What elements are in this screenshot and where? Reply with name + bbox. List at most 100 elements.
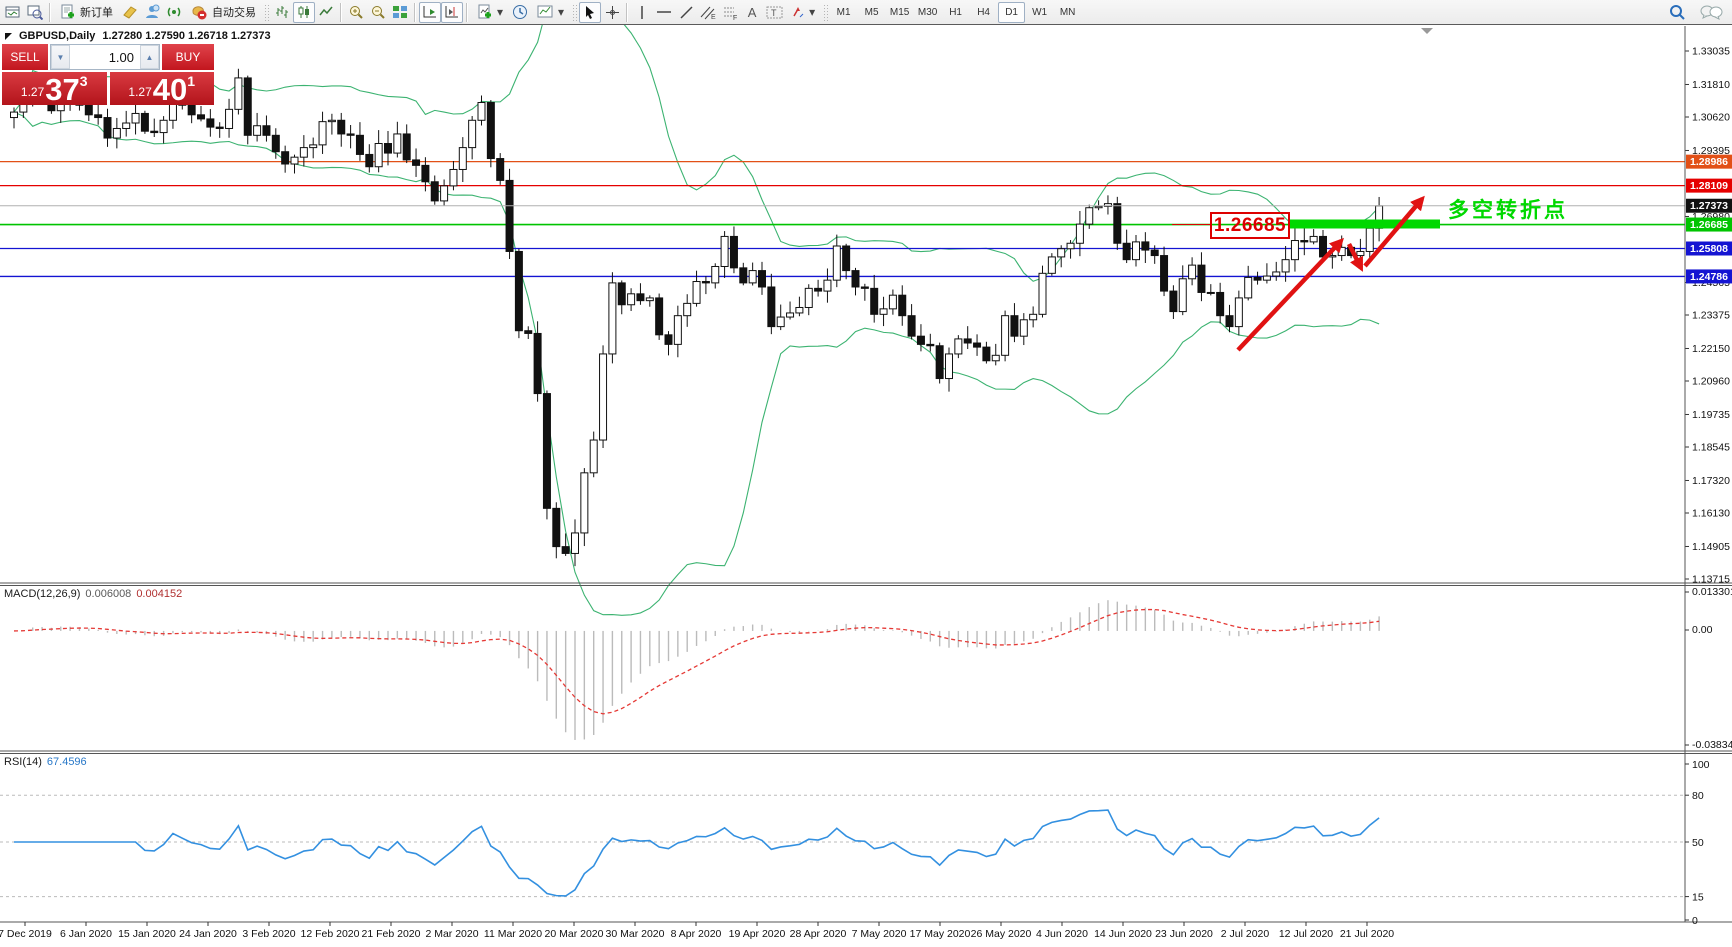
rsi-label-row: RSI(14)67.4596: [4, 756, 87, 768]
svg-text:4 Jun 2020: 4 Jun 2020: [1036, 928, 1088, 940]
tile-windows-button[interactable]: [389, 2, 411, 23]
search-button[interactable]: [1666, 2, 1688, 23]
chart-ohlc-values: 1.27280 1.27590 1.26718 1.27373: [102, 30, 270, 42]
svg-text:1.16130: 1.16130: [1692, 508, 1730, 520]
candlestick-chart-button[interactable]: [293, 2, 315, 23]
chart-shift-marker: [1421, 28, 1433, 34]
toolbar-separator: [414, 3, 416, 22]
one-click-trading-panel: SELL ▼ 1.00 ▲ BUY 1.27 37 3 1.27 40 1: [2, 44, 214, 105]
profiles-button[interactable]: [24, 2, 46, 23]
pivot-zone-bar: [1288, 220, 1440, 229]
svg-text:12 Jul 2020: 12 Jul 2020: [1279, 928, 1333, 940]
svg-text:1.14905: 1.14905: [1692, 541, 1730, 553]
svg-text:7 May 2020: 7 May 2020: [852, 928, 907, 940]
chart-canvas[interactable]: 1.330351.318101.306201.293951.269801.245…: [0, 0, 1732, 947]
svg-text:19 Apr 2020: 19 Apr 2020: [729, 928, 786, 940]
new-order-label: 新订单: [80, 4, 113, 20]
timeframe-button-MN[interactable]: MN: [1054, 2, 1081, 23]
toolbar-separator: [49, 3, 51, 22]
svg-text:1.25808: 1.25808: [1690, 243, 1728, 255]
svg-text:3 Feb 2020: 3 Feb 2020: [242, 928, 295, 940]
timeframe-button-H4[interactable]: H4: [970, 2, 997, 23]
timeframe-button-W1[interactable]: W1: [1026, 2, 1053, 23]
templates-button[interactable]: ▾: [531, 2, 570, 23]
trend-arrow: [1238, 241, 1341, 350]
macd-label: MACD(12,26,9): [4, 588, 80, 600]
volume-field[interactable]: ▼ 1.00 ▲: [50, 44, 160, 70]
svg-text:1.30620: 1.30620: [1692, 112, 1730, 124]
zoom-in-button[interactable]: [345, 2, 367, 23]
svg-text:11 Mar 2020: 11 Mar 2020: [484, 928, 542, 940]
rsi-value: 67.4596: [47, 756, 87, 768]
buy-button[interactable]: BUY: [162, 44, 214, 70]
line-chart-button[interactable]: [315, 2, 337, 23]
auto-scroll-button[interactable]: [419, 2, 441, 23]
signals-button[interactable]: [163, 2, 185, 23]
sell-price-prefix: 1.27: [21, 85, 44, 99]
volume-value[interactable]: 1.00: [70, 45, 140, 69]
svg-text:1.22150: 1.22150: [1692, 343, 1730, 355]
horizontal-line-tool-button[interactable]: [653, 2, 675, 23]
svg-text:28 Apr 2020: 28 Apr 2020: [790, 928, 847, 940]
equidistant-channel-tool-button[interactable]: E: [697, 2, 719, 23]
label-tool-button[interactable]: T: [763, 2, 785, 23]
svg-text:1.18545: 1.18545: [1692, 442, 1730, 454]
vertical-line-tool-button[interactable]: [631, 2, 653, 23]
svg-text:26 May 2020: 26 May 2020: [971, 928, 1032, 940]
auto-trading-icon: [191, 4, 208, 20]
buy-price-prefix: 1.27: [128, 85, 151, 99]
pivot-price-annotation[interactable]: 1.26685: [1210, 212, 1290, 239]
timeframe-button-M5[interactable]: M5: [858, 2, 885, 23]
svg-text:1.13715: 1.13715: [1692, 574, 1730, 586]
candles: [11, 69, 1383, 566]
chart-title-row: GBPUSD,Daily 1.27280 1.27590 1.26718 1.2…: [5, 30, 271, 42]
rsi-panel: 1008050150: [0, 759, 1710, 927]
cursor-tool-button[interactable]: [579, 2, 601, 23]
svg-text:T: T: [771, 8, 777, 18]
svg-text:2 Jul 2020: 2 Jul 2020: [1221, 928, 1270, 940]
price-tags: 1.289861.281091.273731.266851.258081.247…: [1686, 155, 1732, 284]
periods-button[interactable]: [509, 2, 531, 23]
auto-trading-button[interactable]: 自动交易: [185, 2, 262, 23]
turning-point-label: 多空转折点: [1448, 194, 1568, 224]
metaeditor-button[interactable]: [119, 2, 141, 23]
volume-down-button[interactable]: ▼: [51, 45, 70, 69]
timeframe-button-M15[interactable]: M15: [886, 2, 913, 23]
trendline-tool-button[interactable]: [675, 2, 697, 23]
new-order-button[interactable]: 新订单: [54, 2, 119, 23]
timeframe-button-H1[interactable]: H1: [942, 2, 969, 23]
crosshair-tool-button[interactable]: [601, 2, 623, 23]
timeframe-button-M30[interactable]: M30: [914, 2, 941, 23]
indicators-button[interactable]: ▾: [471, 2, 509, 23]
market-button[interactable]: [141, 2, 163, 23]
svg-text:0.00: 0.00: [1692, 624, 1713, 636]
sell-price-button[interactable]: 1.27 37 3: [2, 72, 107, 105]
sell-button[interactable]: SELL: [2, 44, 48, 70]
fibonacci-tool-button[interactable]: F: [719, 2, 741, 23]
dropdown-caret-icon: ▾: [809, 6, 815, 18]
mt4-window: 新订单 自动交易 ▾ ▾ E F A T ▾: [0, 0, 1732, 947]
volume-up-button[interactable]: ▲: [140, 45, 159, 69]
svg-text:21 Jul 2020: 21 Jul 2020: [1340, 928, 1394, 940]
timeframe-button-D1[interactable]: D1: [998, 2, 1025, 23]
timeframe-button-M1[interactable]: M1: [830, 2, 857, 23]
macd-main-value: 0.006008: [85, 588, 131, 600]
svg-text:1.19735: 1.19735: [1692, 409, 1730, 421]
chart-window-button[interactable]: [2, 2, 24, 23]
arrows-tool-button[interactable]: ▾: [785, 2, 821, 23]
sell-price-point: 3: [80, 73, 88, 89]
text-tool-button[interactable]: A: [741, 2, 763, 23]
svg-text:100: 100: [1692, 759, 1710, 771]
zoom-out-button[interactable]: [367, 2, 389, 23]
chat-button[interactable]: [1698, 2, 1724, 23]
panel-borders: [0, 26, 1732, 922]
toolbar-separator: [466, 3, 468, 22]
timeframe-toolbar: M1M5M15M30H1H4D1W1MN: [830, 2, 1081, 23]
svg-text:0: 0: [1692, 915, 1698, 927]
chart-symbol-icon: [5, 33, 12, 40]
bar-chart-button[interactable]: [271, 2, 293, 23]
buy-price-button[interactable]: 1.27 40 1: [110, 72, 215, 105]
svg-text:0.013301: 0.013301: [1692, 586, 1732, 598]
chart-shift-button[interactable]: [441, 2, 463, 23]
buy-price-pips: 40: [153, 77, 187, 102]
